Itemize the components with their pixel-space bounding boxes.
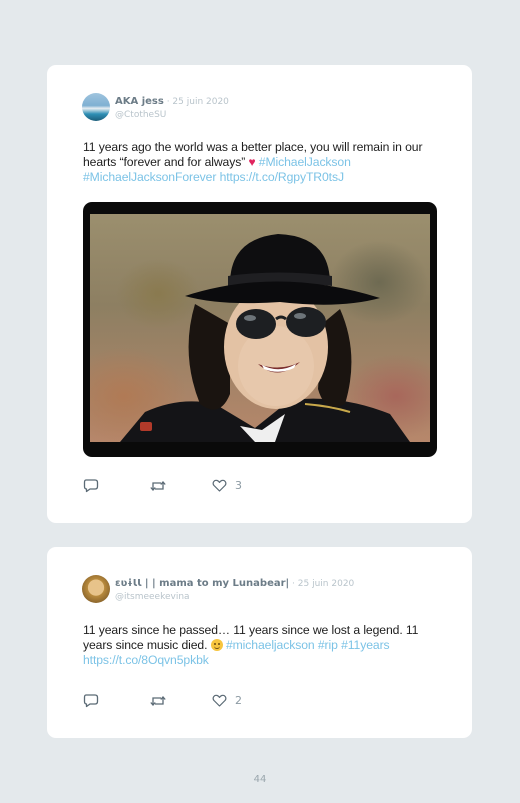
retweet-icon: [150, 480, 166, 491]
like-button[interactable]: 3: [212, 479, 242, 492]
retweet-button[interactable]: [149, 479, 167, 493]
tweet-actions: 2: [83, 693, 242, 708]
url-link[interactable]: https://t.co/RgpyTR0tsJ: [220, 170, 344, 184]
heart-emoji-icon: ♥: [248, 155, 256, 169]
reply-button[interactable]: [83, 478, 99, 493]
tweet-header: AKA jess · 25 juin 2020 @CtotheSU: [82, 93, 229, 121]
author-block: AKA jess · 25 juin 2020 @CtotheSU: [115, 93, 229, 121]
hashtag-link[interactable]: #11years: [341, 638, 390, 652]
like-icon: [212, 694, 227, 707]
separator: ·: [289, 579, 298, 589]
hashtag-link[interactable]: #michaeljackson: [226, 638, 315, 652]
tweet-header: ɛʋɨƖƖ | | mama to my Lunabear| · 25 juin…: [82, 575, 354, 603]
display-name[interactable]: AKA jess: [115, 96, 164, 107]
avatar[interactable]: [82, 575, 110, 603]
tweet-text: 11 years ago the world was a better plac…: [83, 140, 443, 185]
user-handle[interactable]: @CtotheSU: [115, 109, 229, 121]
user-handle[interactable]: @itsmeeekevina: [115, 591, 354, 603]
tweet-photo[interactable]: [90, 214, 430, 442]
like-count: 2: [235, 694, 242, 707]
retweet-button[interactable]: [149, 694, 167, 708]
retweet-icon: [150, 695, 166, 706]
reply-button[interactable]: [83, 693, 99, 708]
portrait-image-icon: [120, 234, 410, 442]
tweet-text: 11 years since he passed… 11 years since…: [83, 623, 443, 668]
reply-icon: [83, 479, 99, 493]
hashtag-link[interactable]: #MichaelJackson: [259, 155, 351, 169]
url-link[interactable]: https://t.co/8Oqvn5pkbk: [83, 653, 209, 667]
display-name[interactable]: ɛʋɨƖƖ | | mama to my Lunabear|: [115, 578, 289, 589]
like-count: 3: [235, 479, 242, 492]
tweet-card: AKA jess · 25 juin 2020 @CtotheSU 11 yea…: [47, 65, 472, 523]
smile-emoji-icon: [210, 639, 223, 651]
tweet-card: ɛʋɨƖƖ | | mama to my Lunabear| · 25 juin…: [47, 547, 472, 738]
tweet-date[interactable]: 25 juin 2020: [172, 97, 229, 107]
like-button[interactable]: 2: [212, 694, 242, 707]
tweet-actions: 3: [83, 478, 242, 493]
tweet-media[interactable]: [83, 202, 437, 457]
hashtag-link[interactable]: #rip: [318, 638, 338, 652]
tweet-date[interactable]: 25 juin 2020: [298, 579, 355, 589]
reply-icon: [83, 694, 99, 708]
like-icon: [212, 479, 227, 492]
avatar[interactable]: [82, 93, 110, 121]
hashtag-link[interactable]: #MichaelJacksonForever: [83, 170, 216, 184]
author-block: ɛʋɨƖƖ | | mama to my Lunabear| · 25 juin…: [115, 575, 354, 603]
page-number: 44: [253, 774, 267, 785]
